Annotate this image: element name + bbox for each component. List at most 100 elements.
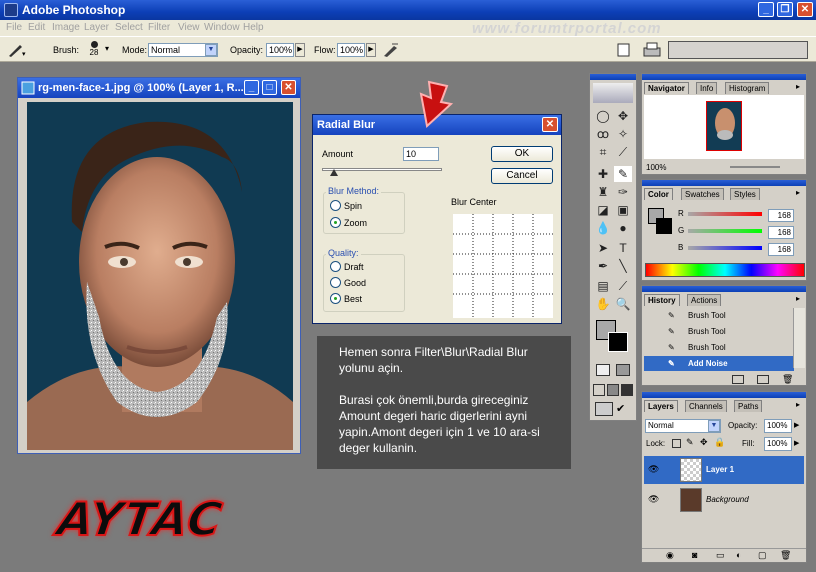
visibility-eye-icon[interactable]: 👁 [648, 494, 659, 505]
menu-window[interactable]: Window [204, 22, 240, 33]
screen-mode-icon[interactable] [593, 384, 605, 396]
brush-preset-picker[interactable]: 28 [84, 40, 104, 60]
lock-all-icon[interactable]: 🔒 [714, 437, 725, 448]
quick-mask-icon[interactable] [616, 364, 630, 376]
delete-layer-icon[interactable]: 🗑 [780, 550, 791, 561]
hand-tool-icon[interactable]: ✋ [594, 296, 612, 312]
radial-blur-dialog[interactable]: Radial Blur ✕ Amount 10 OK Cancel Blur M… [312, 114, 562, 324]
menu-layer[interactable]: Layer [84, 22, 109, 33]
tab-histogram[interactable]: Histogram [725, 82, 770, 94]
menu-edit[interactable]: Edit [28, 22, 45, 33]
amount-input[interactable]: 10 [403, 147, 439, 161]
color-channel-value[interactable]: 168 [768, 209, 794, 222]
airbrush-icon[interactable] [382, 42, 400, 58]
blend-mode-dropdown-icon[interactable]: ▼ [708, 420, 720, 432]
full-screen-icon[interactable] [621, 384, 633, 396]
tab-styles[interactable]: Styles [730, 188, 760, 200]
layers-menu-icon[interactable]: ▸ [796, 400, 800, 409]
zoom-radio[interactable] [330, 217, 341, 228]
menu-filter[interactable]: Filter [148, 22, 170, 33]
magic-wand-icon[interactable]: ✧ [614, 126, 632, 142]
layer-row[interactable]: 👁 Layer 1 [644, 456, 804, 484]
tab-color[interactable]: Color [644, 188, 673, 200]
navigator-view-box[interactable] [706, 101, 742, 151]
background-color-swatch[interactable] [608, 332, 628, 352]
move-tool-icon[interactable]: ✥ [614, 108, 632, 124]
tab-swatches[interactable]: Swatches [681, 188, 724, 200]
navigator-title-bar[interactable] [642, 74, 806, 80]
blur-center-preview[interactable] [453, 214, 553, 318]
history-menu-icon[interactable]: ▸ [796, 294, 800, 303]
lasso-tool-icon[interactable]: ꝏ [594, 126, 612, 142]
palette-well[interactable] [668, 41, 808, 59]
flow-input[interactable]: 100% [337, 43, 365, 57]
new-layer-icon[interactable]: ▢ [758, 550, 767, 561]
history-title-bar[interactable] [642, 286, 806, 292]
tab-info[interactable]: Info [696, 82, 718, 94]
document-minimize-button[interactable]: _ [244, 80, 259, 95]
navigator-menu-icon[interactable]: ▸ [796, 82, 800, 91]
history-state[interactable]: ✎ Add Noise [644, 356, 794, 371]
toolbox-title-bar[interactable] [590, 74, 636, 80]
crop-tool-icon[interactable]: ⌗ [594, 144, 612, 160]
color-menu-icon[interactable]: ▸ [796, 188, 800, 197]
color-spectrum-bar[interactable] [645, 263, 805, 277]
visibility-eye-icon[interactable]: 👁 [648, 464, 659, 475]
amount-slider-thumb[interactable] [330, 169, 338, 176]
draft-radio[interactable] [330, 261, 341, 272]
opacity-slider-button[interactable]: ▶ [295, 43, 305, 57]
image-ready-icon[interactable] [595, 402, 613, 416]
print-icon[interactable] [642, 41, 662, 59]
amount-slider-track[interactable] [322, 168, 442, 171]
document-close-button[interactable]: ✕ [281, 80, 296, 95]
document-maximize-button[interactable]: □ [262, 80, 277, 95]
brush-tool-icon-active[interactable]: ✎ [614, 166, 632, 182]
navigator-zoom-value[interactable]: 100% [646, 163, 666, 172]
history-state[interactable]: ✎ Brush Tool [644, 308, 794, 323]
history-snapshot-icon[interactable] [757, 375, 769, 384]
layer-mask-icon[interactable]: ◙ [692, 550, 697, 560]
history-state[interactable]: ✎ Brush Tool [644, 340, 794, 355]
history-delete-icon[interactable]: 🗑 [782, 374, 793, 385]
eraser-tool-icon[interactable]: ◪ [594, 202, 612, 218]
spin-radio[interactable] [330, 200, 341, 211]
good-radio[interactable] [330, 277, 341, 288]
dodge-tool-icon[interactable]: ● [614, 220, 632, 236]
flow-slider-button[interactable]: ▶ [366, 43, 376, 57]
lock-pixels-icon[interactable]: ✎ [686, 437, 694, 448]
pen-tool-icon[interactable]: ✒ [594, 258, 612, 274]
marquee-tool-icon[interactable]: ◯ [594, 108, 612, 124]
lock-position-icon[interactable]: ✥ [700, 437, 708, 448]
best-radio[interactable] [330, 293, 341, 304]
menu-help[interactable]: Help [243, 22, 264, 33]
tab-layers[interactable]: Layers [644, 400, 678, 412]
layer-opacity-input[interactable]: 100% [764, 419, 792, 433]
menu-file[interactable]: File [6, 22, 22, 33]
healing-brush-icon[interactable]: ✚ [594, 166, 612, 182]
history-state[interactable]: ✎ Brush Tool [644, 324, 794, 339]
adobe-online-icon[interactable] [593, 83, 633, 103]
ok-button[interactable]: OK [491, 146, 553, 162]
eyedropper-icon[interactable]: ⟋ [614, 278, 632, 294]
opacity-input[interactable]: 100% [266, 43, 294, 57]
layer-opacity-slider-icon[interactable]: ▶ [794, 421, 799, 429]
color-channel-value[interactable]: 168 [768, 226, 794, 239]
document-window[interactable]: rg-men-face-1.jpg @ 100% (Layer 1, R... … [17, 77, 301, 454]
fill-slider-icon[interactable]: ▶ [794, 439, 799, 447]
full-screen-menu-icon[interactable] [607, 384, 619, 396]
tab-actions[interactable]: Actions [687, 294, 722, 306]
line-tool-icon[interactable]: ╲ [614, 258, 632, 274]
restore-button[interactable]: ❐ [777, 2, 793, 17]
history-brush-icon[interactable]: ✑ [614, 184, 632, 200]
fill-input[interactable]: 100% [764, 437, 792, 451]
zoom-tool-icon[interactable]: 🔍 [614, 296, 632, 312]
slice-tool-icon[interactable]: ⟋ [614, 144, 632, 160]
dialog-close-button[interactable]: ✕ [542, 117, 558, 132]
menu-view[interactable]: View [178, 22, 200, 33]
color-title-bar[interactable] [642, 180, 806, 186]
color-channel-slider[interactable] [688, 212, 762, 216]
file-browser-icon[interactable] [616, 42, 632, 58]
mode-dropdown-icon[interactable]: ▼ [205, 44, 217, 56]
color-channel-value[interactable]: 168 [768, 243, 794, 256]
menu-image[interactable]: Image [52, 22, 80, 33]
